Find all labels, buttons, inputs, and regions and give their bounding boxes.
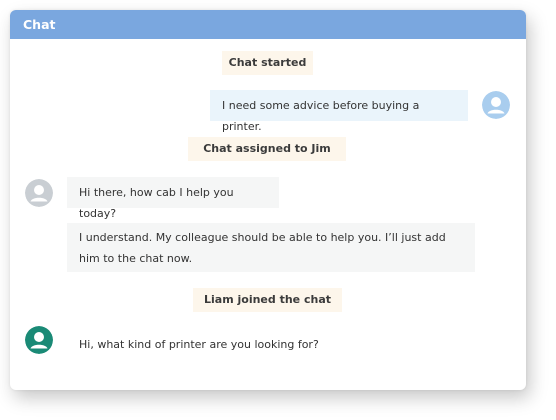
agent-message: Hi there, how cab I help you today? <box>67 177 279 220</box>
agent-message: Hi, what kind of printer are you looking… <box>79 338 319 351</box>
user-message: I need some advice before buying a print… <box>210 90 468 133</box>
agent-message: I understand. My colleague should be abl… <box>67 223 475 272</box>
system-message-chat-started: Chat started <box>222 51 313 75</box>
user-avatar-icon <box>482 91 510 119</box>
system-message-agent-joined: Liam joined the chat <box>193 288 342 312</box>
agent-avatar-icon <box>25 179 53 207</box>
chat-window: Chat Chat started I need some advice bef… <box>10 10 526 390</box>
system-message-chat-assigned: Chat assigned to Jim <box>188 137 346 161</box>
chat-header: Chat <box>10 10 526 39</box>
new-agent-avatar-icon <box>25 326 53 354</box>
